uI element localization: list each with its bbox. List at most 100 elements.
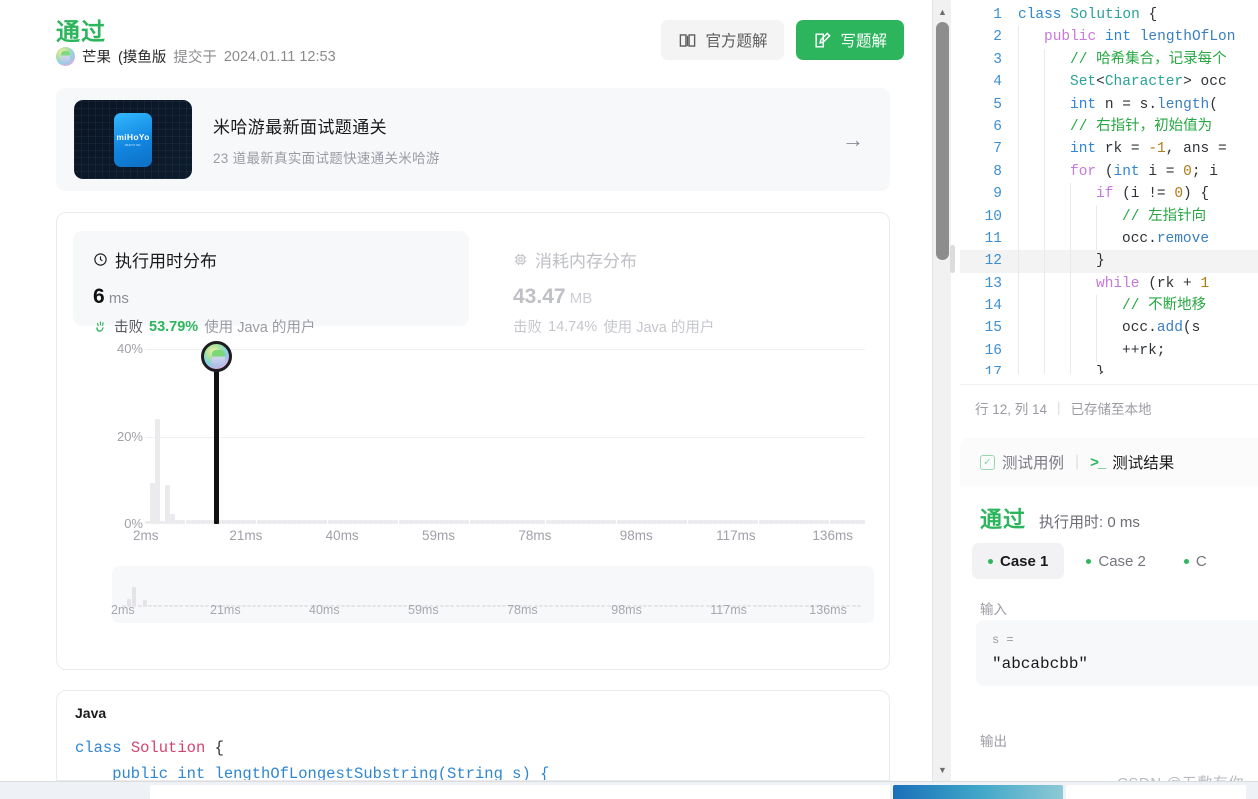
tab-test-result[interactable]: >_ 测试结果: [1090, 451, 1174, 473]
chart-bar[interactable]: [322, 519, 328, 524]
taskbar-window-3[interactable]: [1066, 785, 1246, 799]
code-line[interactable]: 16 ++rk;: [960, 339, 1258, 363]
code-preview[interactable]: class Solution { public int lengthOfLong…: [75, 735, 549, 780]
scroll-up-arrow-icon[interactable]: ▲: [933, 3, 952, 20]
chart-bar[interactable]: [626, 519, 632, 524]
code-line[interactable]: 4 Set<Character> occ: [960, 71, 1258, 94]
chart-bar[interactable]: [180, 519, 186, 524]
chart-bar[interactable]: [464, 519, 470, 524]
code-line[interactable]: 14 // 不断地移: [960, 295, 1258, 318]
chart-bar[interactable]: [474, 519, 480, 524]
code-line[interactable]: 6 // 右指针，初始值为: [960, 115, 1258, 139]
chart-bar[interactable]: [413, 519, 419, 524]
chart-bar[interactable]: [327, 519, 333, 524]
code-line[interactable]: 7 int rk = -1, ans =: [960, 138, 1258, 161]
chart-bar[interactable]: [773, 519, 779, 524]
case-tab[interactable]: C: [1168, 543, 1223, 579]
chart-bar[interactable]: [859, 519, 865, 524]
code-line[interactable]: 11 occ.remove: [960, 227, 1258, 251]
chart-bar[interactable]: [261, 519, 267, 524]
chart-bar[interactable]: [758, 519, 764, 524]
chart-bar[interactable]: [682, 519, 688, 524]
arrow-right-icon[interactable]: →: [842, 127, 872, 153]
chart-bar[interactable]: [753, 519, 759, 524]
code-line[interactable]: 5 int n = s.length(: [960, 93, 1258, 116]
chart-bar[interactable]: [834, 519, 840, 524]
left-panel-scrollbar[interactable]: ▲ ▼: [932, 0, 951, 781]
chart-brush-selector[interactable]: 2ms 21ms 40ms 59ms 78ms 98ms 117ms 136ms: [111, 566, 874, 623]
code-line[interactable]: 9 if (i != 0) {: [960, 183, 1258, 206]
chart-bar[interactable]: [692, 519, 698, 524]
chart-bar[interactable]: [763, 519, 769, 524]
taskbar-window-1[interactable]: [150, 785, 890, 799]
scroll-down-arrow-icon[interactable]: ▼: [933, 761, 952, 778]
chart-bar[interactable]: [408, 519, 414, 524]
runtime-distribution-chart: 0% 20% 40% 2ms 21ms 40ms 59ms 78ms 98ms 117ms 136…: [57, 328, 891, 671]
chart-bar[interactable]: [393, 519, 399, 524]
chart-bar[interactable]: [824, 519, 830, 524]
code-line[interactable]: 8 for (int i = 0; i: [960, 160, 1258, 184]
code-line[interactable]: 10 // 左指针向: [960, 205, 1258, 228]
case-tab[interactable]: Case 1: [972, 543, 1065, 579]
chart-bar[interactable]: [687, 519, 693, 524]
code-line[interactable]: 12}: [960, 250, 1258, 273]
header-actions: 官方题解 写题解: [661, 20, 904, 60]
code-line-text: ++rk;: [1122, 342, 1166, 359]
chart-bar[interactable]: [479, 519, 485, 524]
submitter-name[interactable]: 芒果: [82, 46, 111, 67]
code-editor[interactable]: 1 class Solution {2 public int lengthOfLon…: [960, 4, 1258, 374]
code-line[interactable]: 3 // 哈希集合，记录每个: [960, 48, 1258, 72]
chart-bar[interactable]: [540, 519, 546, 524]
chart-bar[interactable]: [555, 519, 561, 524]
chart-bar[interactable]: [195, 519, 201, 524]
status-divider: |: [1057, 400, 1061, 415]
code-line[interactable]: 13 while (rk + 1: [960, 272, 1258, 296]
official-solution-button[interactable]: 官方题解: [661, 20, 785, 60]
chart-bar[interactable]: [256, 519, 262, 524]
chart-bar[interactable]: [190, 519, 196, 524]
memory-value-row: 43.47 MB: [513, 285, 869, 309]
brush-x-tick: 2ms: [111, 603, 135, 617]
chart-bar[interactable]: [398, 519, 404, 524]
taskbar-window-2[interactable]: [893, 785, 1063, 799]
runtime-stat-box[interactable]: 执行用时分布 6 ms 击败 53.79% 使用 Java 的用户: [73, 231, 469, 336]
chart-bar[interactable]: [337, 519, 343, 524]
code-line-text: int rk = -1, ans =: [1070, 141, 1227, 158]
code-line-text: class Solution {: [1018, 7, 1158, 23]
indent-guide: [1018, 250, 1019, 273]
chart-bar[interactable]: [469, 519, 475, 524]
tab-test-cases[interactable]: ✓ 测试用例: [980, 451, 1064, 473]
case-tab[interactable]: Case 2: [1070, 543, 1162, 579]
chart-bar[interactable]: [616, 519, 622, 524]
input-box[interactable]: s = "abcabcbb": [976, 620, 1258, 686]
code-line[interactable]: 1 class Solution {: [960, 4, 1258, 26]
chart-bar[interactable]: [484, 519, 490, 524]
chart-bar[interactable]: [697, 519, 703, 524]
chart-bar[interactable]: [621, 519, 627, 524]
chart-bar[interactable]: [702, 519, 708, 524]
chart-bar[interactable]: [844, 519, 850, 524]
chart-bar[interactable]: [332, 519, 338, 524]
scrollbar-thumb[interactable]: [936, 22, 949, 260]
write-solution-button[interactable]: 写题解: [796, 20, 904, 60]
promo-banner[interactable]: miHoYo MIHOYO INC. 米哈游最新面试题通关 23 道最新真实面试…: [56, 88, 890, 191]
chart-bar[interactable]: [155, 419, 161, 524]
user-avatar-marker[interactable]: [201, 341, 232, 372]
code-line[interactable]: 2 public int lengthOfLon: [960, 26, 1258, 49]
chart-bar[interactable]: [550, 519, 556, 524]
chart-bar[interactable]: [611, 519, 617, 524]
panel-resize-handle[interactable]: [950, 245, 955, 273]
chart-bar[interactable]: [839, 519, 845, 524]
chart-bar[interactable]: [251, 519, 257, 524]
chart-bar[interactable]: [185, 519, 191, 524]
chart-bar[interactable]: [768, 519, 774, 524]
indent-guide: [1096, 295, 1097, 318]
chart-bar[interactable]: [829, 519, 835, 524]
code-line[interactable]: 17}: [960, 362, 1258, 374]
chart-bar[interactable]: [266, 519, 272, 524]
code-line[interactable]: 15 occ.add(s: [960, 317, 1258, 340]
chart-bar[interactable]: [545, 519, 551, 524]
memory-stat-box[interactable]: 消耗内存分布 43.47 MB 击败 14.74% 使用 Java 的用户: [493, 231, 889, 336]
chart-bar[interactable]: [342, 519, 348, 524]
chart-bar[interactable]: [403, 519, 409, 524]
